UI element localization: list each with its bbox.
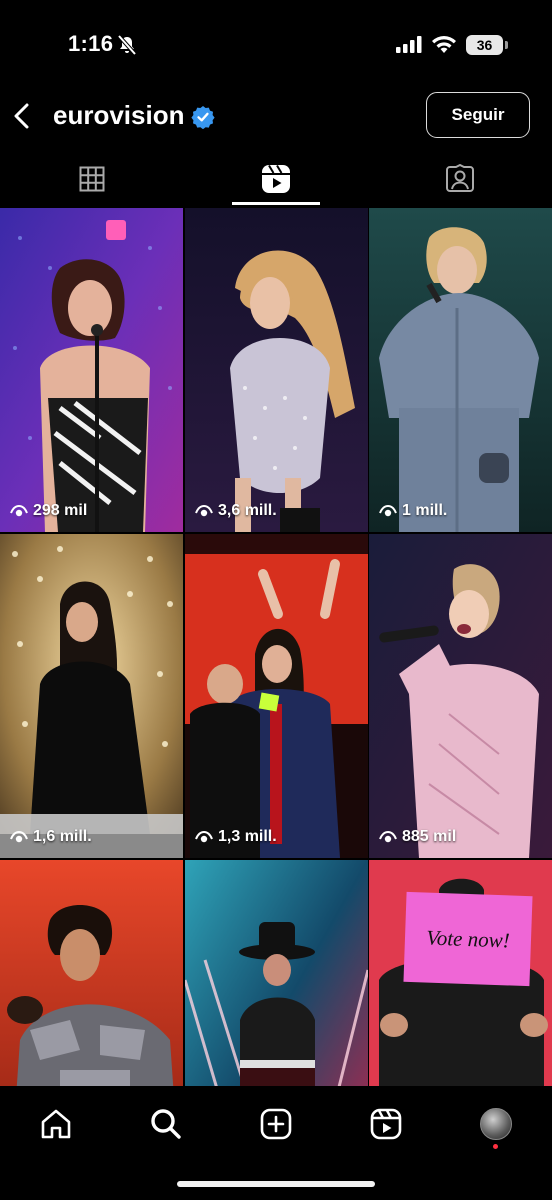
views-eye-icon — [379, 830, 397, 843]
avatar — [480, 1108, 512, 1140]
reel-tile[interactable]: 1 mill. — [369, 208, 552, 532]
view-count: 3,6 mill. — [195, 502, 277, 520]
profile-tabs — [0, 150, 552, 208]
battery-icon: 36 — [466, 35, 503, 55]
search-icon — [151, 1109, 181, 1139]
home-icon — [41, 1109, 71, 1139]
tab-reels[interactable] — [184, 150, 368, 208]
home-indicator — [177, 1181, 375, 1187]
status-time: 1:16 — [68, 31, 114, 56]
views-eye-icon — [195, 504, 213, 517]
reel-tile[interactable]: 298 mil — [0, 208, 183, 532]
reel-tile[interactable] — [0, 860, 183, 1086]
reels-icon — [370, 1108, 402, 1140]
view-count-label: 298 mil — [33, 502, 88, 519]
reel-thumbnail — [369, 534, 552, 858]
cellular-signal-icon — [396, 36, 422, 53]
reel-tile[interactable]: 885 mil — [369, 534, 552, 858]
grid-icon — [79, 166, 105, 192]
nav-home[interactable] — [36, 1104, 76, 1144]
reel-thumbnail — [369, 208, 552, 532]
reel-thumbnail — [185, 208, 368, 532]
view-count: 885 mil — [379, 828, 456, 846]
nav-profile[interactable] — [476, 1104, 516, 1144]
reel-thumbnail — [0, 208, 183, 532]
reel-thumbnail — [185, 860, 368, 1086]
reels-grid: 298 mil 3,6 mill. 1 mill. 1,6 mill. 1,3 … — [0, 208, 552, 1086]
status-bar: 1:16 36 — [0, 0, 552, 90]
profile-header: eurovision Seguir — [0, 90, 552, 148]
views-eye-icon — [379, 504, 397, 517]
nav-search[interactable] — [146, 1104, 186, 1144]
reel-tile[interactable] — [185, 860, 368, 1086]
nav-create[interactable] — [256, 1104, 296, 1144]
view-count-label: 1,3 mill. — [218, 828, 277, 845]
reel-thumbnail — [0, 860, 183, 1086]
notification-dot — [493, 1144, 498, 1149]
tab-grid[interactable] — [0, 150, 184, 208]
reel-tile[interactable]: 3,6 mill. — [185, 208, 368, 532]
view-count-label: 1,6 mill. — [33, 828, 92, 845]
view-count: 1,6 mill. — [10, 828, 92, 846]
profile-username: eurovision — [53, 100, 185, 130]
mute-bell-icon — [117, 34, 137, 56]
battery-tip — [505, 41, 508, 49]
views-eye-icon — [10, 504, 28, 517]
active-tab-indicator — [232, 202, 320, 205]
add-square-icon — [260, 1108, 292, 1140]
tab-tagged[interactable] — [368, 150, 552, 208]
back-arrow-icon[interactable] — [10, 101, 34, 131]
reel-thumbnail — [185, 534, 368, 858]
vote-now-sign: Vote now! — [403, 891, 533, 987]
nav-reels[interactable] — [366, 1104, 406, 1144]
views-eye-icon — [195, 830, 213, 843]
reel-tile[interactable]: Vote now! — [369, 860, 552, 1086]
reels-icon — [262, 164, 290, 193]
view-count-label: 1 mill. — [402, 502, 448, 519]
view-count: 1,3 mill. — [195, 828, 277, 846]
view-count: 1 mill. — [379, 502, 447, 520]
reel-thumbnail — [0, 534, 183, 858]
view-count: 298 mil — [10, 502, 87, 520]
follow-button[interactable]: Seguir — [426, 92, 530, 138]
view-count-label: 885 mil — [402, 828, 457, 845]
views-eye-icon — [10, 830, 28, 843]
verified-badge-icon — [191, 106, 215, 129]
tagged-person-icon — [446, 164, 474, 192]
reel-tile[interactable]: 1,6 mill. — [0, 534, 183, 858]
wifi-icon — [432, 36, 456, 53]
reel-tile[interactable]: 1,3 mill. — [185, 534, 368, 858]
view-count-label: 3,6 mill. — [218, 502, 277, 519]
